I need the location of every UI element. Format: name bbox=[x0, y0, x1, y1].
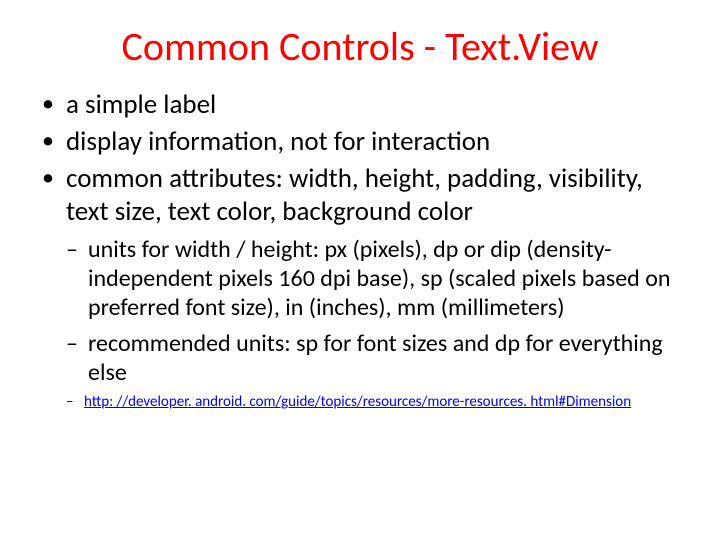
reference-link[interactable]: http: //developer. android. com/guide/to… bbox=[84, 393, 631, 411]
bullet-list-level3: http: //developer. android. com/guide/to… bbox=[66, 393, 688, 413]
bullet-list-level2: units for width / height: px (pixels), d… bbox=[66, 235, 688, 387]
slide: Common Controls - Text.View a simple lab… bbox=[0, 0, 720, 540]
list-item: units for width / height: px (pixels), d… bbox=[66, 235, 688, 323]
list-item: common attributes: width, height, paddin… bbox=[40, 163, 688, 229]
list-item: a simple label bbox=[40, 89, 688, 122]
list-item: recommended units: sp for font sizes and… bbox=[66, 329, 688, 388]
list-item: http: //developer. android. com/guide/to… bbox=[66, 393, 688, 413]
bullet-list-level1: a simple label display information, not … bbox=[40, 89, 688, 229]
slide-title: Common Controls - Text.View bbox=[32, 22, 688, 71]
list-item: display information, not for interaction bbox=[40, 126, 688, 159]
